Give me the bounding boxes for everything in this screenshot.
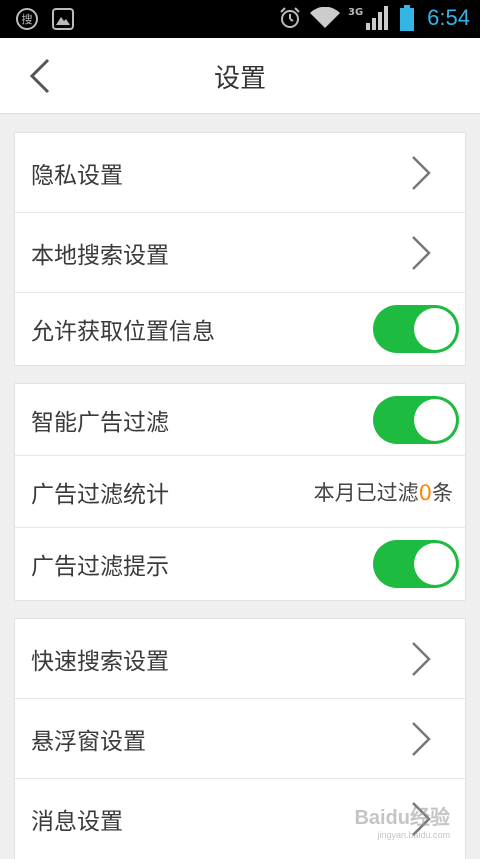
battery-icon: [399, 5, 415, 31]
alarm-icon: [278, 6, 302, 30]
app-header: 设置: [0, 38, 480, 114]
toggle-knob: [414, 399, 456, 441]
toggle-knob: [414, 543, 456, 585]
wifi-icon: [310, 7, 340, 29]
chevron-right-icon: [409, 639, 435, 679]
floating-window-settings-row[interactable]: 悬浮窗设置: [15, 699, 465, 779]
chevron-right-icon: [409, 719, 435, 759]
smart-ad-filter-toggle[interactable]: [373, 396, 459, 444]
signal-icon: [365, 6, 391, 30]
local-search-settings-row[interactable]: 本地搜索设置: [15, 213, 465, 293]
privacy-settings-row[interactable]: 隐私设置: [15, 133, 465, 213]
ad-filter-stats-row[interactable]: 广告过滤统计 本月已过滤0条: [15, 456, 465, 528]
quick-search-settings-row[interactable]: 快速搜索设置: [15, 619, 465, 699]
row-label: 本地搜索设置: [31, 236, 169, 270]
status-bar: 搜 3G 6:54: [0, 0, 480, 38]
row-label: 广告过滤提示: [31, 547, 169, 581]
row-label: 消息设置: [31, 802, 123, 836]
ad-filter-tip-toggle[interactable]: [373, 540, 459, 588]
chevron-right-icon: [409, 153, 435, 193]
sogou-search-icon: 搜: [16, 8, 38, 30]
smart-ad-filter-row: 智能广告过滤: [15, 384, 465, 456]
row-label: 隐私设置: [31, 156, 123, 190]
settings-group-adfilter: 智能广告过滤 广告过滤统计 本月已过滤0条 广告过滤提示: [14, 383, 466, 601]
row-label: 智能广告过滤: [31, 403, 169, 437]
row-label: 允许获取位置信息: [31, 312, 215, 346]
ad-filter-tip-row: 广告过滤提示: [15, 528, 465, 600]
location-permission-row: 允许获取位置信息: [15, 293, 465, 365]
row-label: 悬浮窗设置: [31, 722, 146, 756]
row-label: 广告过滤统计: [31, 475, 169, 509]
network-type: 3G: [348, 7, 363, 18]
toggle-knob: [414, 308, 456, 350]
chevron-right-icon: [409, 233, 435, 273]
settings-group-privacy: 隐私设置 本地搜索设置 允许获取位置信息: [14, 132, 466, 366]
location-toggle[interactable]: [373, 305, 459, 353]
status-time: 6:54: [427, 5, 470, 31]
image-icon: [52, 8, 74, 30]
page-title: 设置: [0, 58, 480, 95]
watermark-logo: Baidu经验 jingyan.baidu.com: [354, 801, 450, 840]
row-label: 快速搜索设置: [31, 642, 169, 676]
ad-filter-count: 本月已过滤0条: [314, 477, 453, 507]
